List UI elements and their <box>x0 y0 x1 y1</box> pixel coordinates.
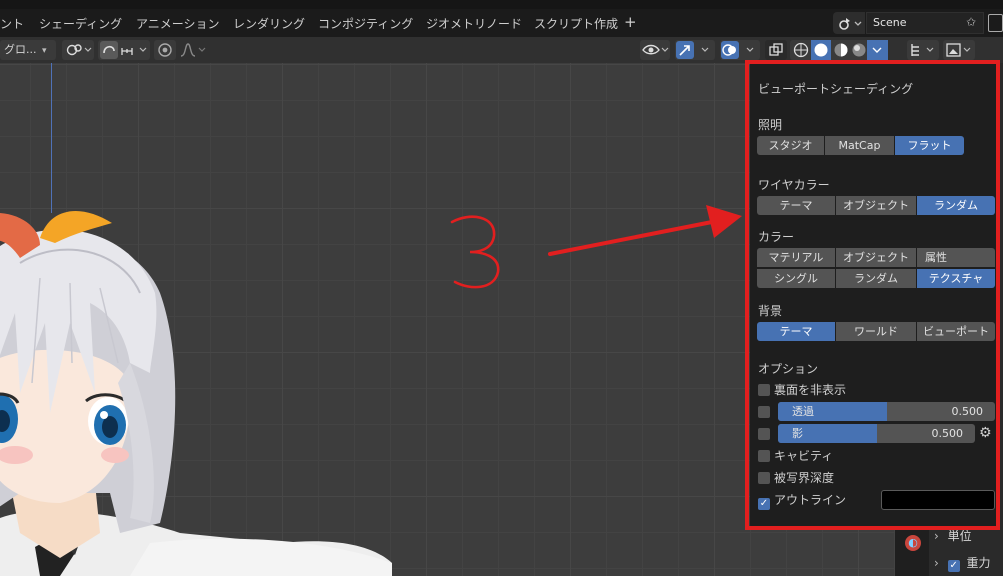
image-icon <box>946 43 971 57</box>
cavity-option[interactable]: キャビティ <box>758 448 833 464</box>
xray-icon <box>769 43 783 56</box>
backface-culling-checkbox[interactable] <box>758 384 770 396</box>
overlays-icon <box>721 41 754 59</box>
backface-culling-label: 裏面を非表示 <box>774 383 847 397</box>
shadow-checkbox[interactable] <box>758 428 770 440</box>
color-material-button[interactable]: マテリアル <box>757 248 835 267</box>
overlays-dropdown[interactable] <box>720 40 760 60</box>
shadow-slider-value: 0.500 <box>931 427 964 440</box>
chevron-right-icon: › <box>934 556 939 570</box>
outline-color-swatch[interactable] <box>881 490 995 510</box>
xray-checkbox[interactable] <box>758 406 770 418</box>
gravity-label: 重力 <box>966 556 991 570</box>
shadow-slider-label: 影 <box>792 427 803 440</box>
chevron-down-icon: ▾ <box>42 46 47 56</box>
xray-toggle[interactable] <box>765 40 787 60</box>
units-label: 単位 <box>947 529 972 543</box>
gizmo-icon <box>676 41 709 59</box>
lighting-matcap-button[interactable]: MatCap <box>825 136 894 155</box>
gizmo-dropdown[interactable] <box>675 40 715 60</box>
scene-icon <box>839 18 862 30</box>
color-label: カラー <box>758 230 795 244</box>
depth-of-field-option[interactable]: 被写界深度 <box>758 470 834 486</box>
xray-slider[interactable]: 透過 0.500 <box>778 402 995 421</box>
transform-orientation-dropdown[interactable]: グロ... ▾ <box>0 40 56 60</box>
shadow-option[interactable] <box>758 426 774 442</box>
orientation-label: グロ... <box>4 43 37 56</box>
properties-header <box>895 37 1003 63</box>
xray-slider-label: 透過 <box>792 405 814 418</box>
pivot-icon <box>66 44 92 56</box>
gravity-checkbox[interactable]: ✓ <box>947 560 960 572</box>
depth-of-field-checkbox[interactable] <box>758 472 770 484</box>
scene-selector: Scene ✩ <box>833 12 1003 34</box>
proportional-icon <box>158 43 172 57</box>
outline-option[interactable]: ✓ アウトライン <box>758 492 847 510</box>
falloff-dropdown[interactable] <box>178 40 208 60</box>
title-strip <box>0 0 1003 9</box>
background-theme-button[interactable]: テーマ <box>757 322 835 341</box>
background-viewport-button[interactable]: ビューポート <box>917 322 995 341</box>
tab-geometry-nodes[interactable]: ジオメトリノード <box>426 14 522 34</box>
world-icon[interactable]: ◐ <box>905 535 921 551</box>
gravity-panel-header[interactable]: › ✓ 重力 <box>934 552 990 574</box>
color-attribute-button[interactable]: 属性 <box>917 248 995 267</box>
xray-slider-value: 0.500 <box>951 405 984 418</box>
lighting-studio-button[interactable]: スタジオ <box>757 136 824 155</box>
add-workspace-button[interactable]: + <box>624 13 637 31</box>
snap-dropdown[interactable] <box>98 40 150 60</box>
visibility-dropdown[interactable] <box>640 40 670 60</box>
units-panel-header[interactable]: › 単位 <box>934 525 972 547</box>
scene-browse-button[interactable] <box>833 12 865 34</box>
lighting-label: 照明 <box>758 118 783 132</box>
color-random-button[interactable]: ランダム <box>836 269 916 288</box>
shading-mode-switch[interactable] <box>790 40 888 60</box>
pin-icon[interactable]: ✩ <box>966 15 976 29</box>
chevron-right-icon: › <box>934 529 939 543</box>
workspace-bar: ント シェーディング アニメーション レンダリング コンポジティング ジオメトリ… <box>0 0 1003 37</box>
wire-color-label: ワイヤカラー <box>758 178 830 192</box>
snap-icon <box>100 41 147 59</box>
xray-option[interactable] <box>758 404 774 420</box>
cavity-label: キャビティ <box>774 449 834 463</box>
background-world-button[interactable]: ワールド <box>836 322 916 341</box>
tab-shading[interactable]: シェーディング <box>39 14 122 34</box>
cavity-checkbox[interactable] <box>758 450 770 462</box>
new-scene-icon[interactable] <box>988 14 1003 32</box>
shading-mode-icons <box>793 40 888 60</box>
options-label: オプション <box>758 362 819 376</box>
outliner-filter-dropdown[interactable] <box>907 40 939 60</box>
wire-color-object-button[interactable]: オブジェクト <box>836 196 916 215</box>
display-mode-dropdown[interactable] <box>943 40 975 60</box>
pivot-point-dropdown[interactable] <box>62 40 94 60</box>
tab-layout[interactable]: ント <box>0 14 24 34</box>
falloff-icon <box>180 43 206 57</box>
color-texture-button[interactable]: テクスチャ <box>917 269 995 288</box>
proportional-edit-toggle[interactable] <box>154 40 176 60</box>
tab-scripting[interactable]: スクリプト作成 <box>534 14 618 34</box>
color-single-button[interactable]: シングル <box>757 269 835 288</box>
shadow-slider[interactable]: 影 0.500 <box>778 424 975 443</box>
popover-title: ビューポートシェーディング <box>758 82 914 96</box>
color-object-button[interactable]: オブジェクト <box>836 248 916 267</box>
outline-label: アウトライン <box>774 493 847 507</box>
wire-color-theme-button[interactable]: テーマ <box>757 196 835 215</box>
tab-compositing[interactable]: コンポジティング <box>318 14 413 34</box>
background-label: 背景 <box>758 304 783 318</box>
depth-of-field-label: 被写界深度 <box>774 471 835 485</box>
tab-animation[interactable]: アニメーション <box>136 14 220 34</box>
wire-color-random-button[interactable]: ランダム <box>917 196 995 215</box>
eye-icon <box>642 44 669 55</box>
lighting-flat-button[interactable]: フラット <box>895 136 964 155</box>
outline-checkbox[interactable]: ✓ <box>758 498 770 510</box>
gear-icon[interactable]: ⚙ <box>979 425 992 441</box>
outliner-icon <box>911 44 934 56</box>
viewport-header: グロ... ▾ <box>0 37 895 63</box>
backface-culling-option[interactable]: 裏面を非表示 <box>758 382 846 398</box>
tab-rendering[interactable]: レンダリング <box>233 14 305 34</box>
